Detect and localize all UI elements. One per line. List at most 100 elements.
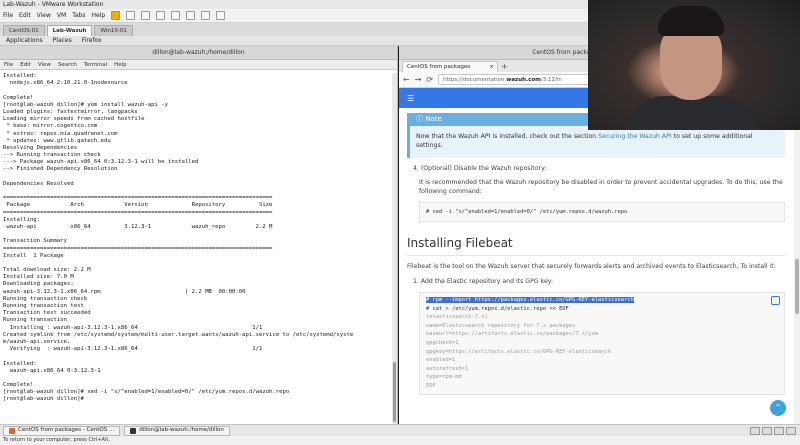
terminal-scrollbar[interactable] bbox=[392, 73, 397, 424]
browser-scrollbar[interactable] bbox=[794, 109, 800, 424]
revert-snapshot-icon[interactable] bbox=[156, 11, 166, 20]
terminal-line: Installed: bbox=[3, 73, 37, 79]
menu-file[interactable]: File bbox=[3, 12, 13, 19]
terminal-line: * extras: repos.mia.quadranet.com bbox=[3, 130, 118, 137]
terminal-line: Running transaction check bbox=[3, 295, 88, 302]
unity-icon[interactable] bbox=[201, 11, 211, 20]
terminal-line: * base: mirror.cogentco.com bbox=[3, 123, 98, 130]
forward-arrow-icon[interactable]: → bbox=[415, 75, 422, 84]
terminal-line: Install 1 Package bbox=[3, 252, 64, 259]
terminal-line: [root@lab-wazuh dillon]# sed -i "s/^enab… bbox=[3, 389, 290, 396]
pause-icon[interactable] bbox=[111, 11, 121, 20]
terminal-line: * updates: www.gtlib.gatech.edu bbox=[3, 137, 111, 144]
workspace-2[interactable] bbox=[762, 426, 772, 435]
copy-code-icon[interactable] bbox=[771, 296, 780, 305]
scroll-to-top-icon[interactable]: ⌃ bbox=[770, 400, 786, 416]
terminal-line: Installed: bbox=[3, 360, 37, 367]
places-menu[interactable]: Places bbox=[53, 37, 72, 44]
terminal-line: ========================================… bbox=[3, 209, 273, 216]
hamburger-menu-icon[interactable]: ☰ bbox=[407, 94, 414, 103]
back-arrow-icon[interactable]: ← bbox=[403, 75, 410, 84]
terminal-line: m/wazuh-api.service. bbox=[3, 338, 71, 345]
terminal-line: --> Running transaction check bbox=[3, 152, 101, 159]
new-tab-icon[interactable]: + bbox=[501, 61, 508, 72]
full-screen-icon[interactable] bbox=[186, 11, 196, 20]
terminal-menu-edit[interactable]: Edit bbox=[20, 60, 31, 69]
terminal-window: dillon@lab-wazuh:/home/dillon File Edit … bbox=[0, 46, 398, 424]
terminal-line: nodejs.x86_64 2:10.21.0-1nodesource bbox=[3, 80, 128, 87]
browser-tab[interactable]: CentOS from packages × bbox=[402, 61, 498, 72]
code-line: autorefresh=1 bbox=[426, 365, 469, 372]
terminal-title: dillon@lab-wazuh:/home/dillon bbox=[0, 46, 397, 60]
terminal-line: Loading mirror speeds from cached hostfi… bbox=[3, 116, 145, 123]
vmware-title: Lab-Wazuh - VMware Workstation bbox=[3, 1, 104, 8]
terminal-menu-search[interactable]: Search bbox=[58, 60, 77, 69]
code-line: gpgkey=https://artifacts.elastic.co/GPG-… bbox=[426, 348, 611, 355]
vm-tab-lab-wazuh[interactable]: Lab-Wazuh bbox=[46, 25, 93, 36]
terminal-line: Downloading packages: bbox=[3, 281, 74, 288]
menu-view[interactable]: View bbox=[37, 12, 51, 19]
taskbar-item-terminal[interactable]: dillon@lab-wazuh:/home/dillon bbox=[124, 425, 230, 436]
terminal-line: ========================================… bbox=[3, 245, 273, 252]
terminal-line: Transaction test succeeded bbox=[3, 310, 91, 317]
step-4-title: 4. (Optional) Disable the Wazuh reposito… bbox=[413, 165, 547, 172]
send-ctrl-alt-del-icon[interactable] bbox=[126, 11, 136, 20]
elastic-repo-code[interactable]: # rpm --import https://packages.elastic.… bbox=[419, 292, 785, 395]
terminal-menu-view[interactable]: View bbox=[38, 60, 51, 69]
doc-content: ⓘ Note Now that the Wazuh API is install… bbox=[399, 109, 793, 424]
applications-menu[interactable]: Applications bbox=[6, 37, 43, 44]
terminal-line: Installed size: 7.0 M bbox=[3, 274, 74, 281]
url-path: /3.12/in bbox=[540, 77, 562, 83]
taskbar-firefox-label: CentOS from packages - CentOS ... bbox=[18, 427, 115, 433]
terminal-line: Transaction Summary bbox=[3, 238, 67, 245]
firefox-launcher[interactable]: Firefox bbox=[82, 37, 102, 44]
terminal-menu-help[interactable]: Help bbox=[114, 60, 127, 69]
terminal-line: Installing : wazuh-api-3.12.3-1.x86_64 1… bbox=[3, 324, 263, 331]
menu-help[interactable]: Help bbox=[92, 12, 106, 19]
terminal-line: ========================================… bbox=[3, 195, 273, 202]
terminal-scroll-thumb[interactable] bbox=[393, 362, 396, 422]
terminal-menu-terminal[interactable]: Terminal bbox=[84, 60, 107, 69]
vm-tab-centos-01[interactable]: CentOS-01 bbox=[3, 25, 45, 36]
terminal-line: [root@lab-wazuh dillon]# bbox=[3, 396, 88, 403]
terminal-line: Dependencies Resolved bbox=[3, 180, 74, 187]
terminal-line: Complete! bbox=[3, 382, 34, 389]
screen: Lab-Wazuh - VMware Workstation File Edit… bbox=[0, 0, 800, 445]
note-title-text: Note bbox=[425, 115, 442, 123]
console-view-icon[interactable] bbox=[216, 11, 226, 20]
code-line: baseurl=https://artifacts.elastic.co/pac… bbox=[426, 331, 599, 338]
close-tab-icon[interactable]: × bbox=[489, 62, 494, 72]
terminal-menu-file[interactable]: File bbox=[4, 60, 13, 69]
workspace-1[interactable] bbox=[750, 426, 760, 435]
terminal-line: Verifying : wazuh-api-3.12.3-1.x86_64 1/… bbox=[3, 346, 263, 353]
workspace-3[interactable] bbox=[774, 426, 784, 435]
reload-icon[interactable]: ⟳ bbox=[426, 75, 433, 84]
code-line: [elasticsearch-7.x] bbox=[426, 314, 488, 321]
terminal-line: Installing: bbox=[3, 216, 41, 223]
menu-vm[interactable]: VM bbox=[57, 12, 66, 19]
vm-tab-win10-01[interactable]: Win10-01 bbox=[94, 25, 133, 36]
terminal-line: wazuh-api x86_64 3.12.3-1 wazuh_repo 2.2… bbox=[3, 223, 273, 230]
disable-repo-code[interactable]: # sed -i "s/^enabled=1/enabled=0/" /etc/… bbox=[419, 202, 785, 222]
browser-tab-label: CentOS from packages bbox=[407, 64, 471, 70]
taskbar-item-firefox[interactable]: CentOS from packages - CentOS ... bbox=[3, 425, 121, 436]
browser-scroll-thumb[interactable] bbox=[795, 259, 799, 314]
step-4-body: It is recommended that the Wazuh reposit… bbox=[419, 179, 783, 195]
terminal-menu-bar: File Edit View Search Terminal Help bbox=[0, 60, 397, 70]
menu-tabs[interactable]: Tabs bbox=[72, 12, 85, 19]
terminal-output[interactable]: Installed: nodejs.x86_64 2:10.21.0-1node… bbox=[0, 73, 392, 424]
terminal-icon bbox=[130, 427, 137, 434]
snapshot-manager-icon[interactable] bbox=[171, 11, 181, 20]
snapshot-icon[interactable] bbox=[141, 11, 151, 20]
securing-api-link[interactable]: Securing the Wazuh API bbox=[598, 133, 672, 140]
presenter-hair bbox=[658, 6, 724, 36]
terminal-line: Package Arch Version Repository Size bbox=[3, 202, 273, 209]
terminal-line: [root@lab-wazuh dillon]# yum install waz… bbox=[3, 101, 169, 108]
terminal-line: Running transaction bbox=[3, 317, 67, 324]
menu-edit[interactable]: Edit bbox=[19, 12, 31, 19]
step-1-title: 1. Add the Elastic repository and its GP… bbox=[413, 278, 554, 285]
workspace-4[interactable] bbox=[786, 426, 796, 435]
